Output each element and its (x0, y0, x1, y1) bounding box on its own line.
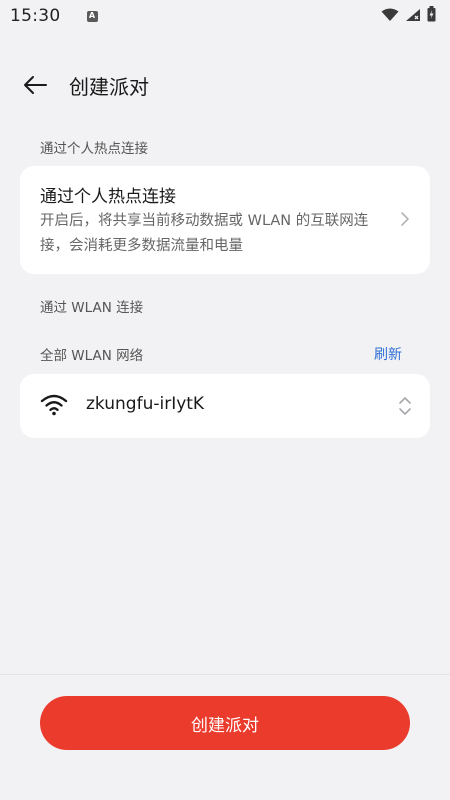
chevron-right-icon (401, 212, 409, 226)
wlan-section-title: 通过 WLAN 连接 (40, 300, 144, 316)
page-title: 创建派对 (69, 74, 149, 99)
back-arrow-icon (24, 76, 47, 94)
wifi-icon (40, 394, 68, 416)
wifi-status-icon (381, 7, 399, 26)
notification-icon: A (86, 10, 98, 22)
hotspot-connect-card[interactable]: 通过个人热点连接 开启后，将共享当前移动数据或 WLAN 的互联网连接，会消耗更… (20, 166, 430, 274)
wifi-network-name: zkungfu-irIytK (86, 394, 205, 414)
status-bar: 15:30 A (0, 0, 450, 32)
up-down-chevron-icon (399, 397, 411, 415)
status-time: 15:30 (10, 6, 61, 26)
refresh-button[interactable]: 刷新 (374, 344, 402, 364)
create-party-button[interactable]: 创建派对 (40, 696, 410, 750)
signal-icon (405, 7, 421, 26)
wifi-network-selector[interactable]: zkungfu-irIytK (20, 374, 430, 438)
hotspot-card-description: 开启后，将共享当前移动数据或 WLAN 的互联网连接，会消耗更多数据流量和电量 (40, 213, 369, 254)
status-icons (381, 6, 436, 26)
battery-icon (427, 6, 436, 26)
bottom-divider (0, 674, 450, 675)
app-header: 创建派对 (0, 62, 450, 108)
wlan-networks-label: 全部 WLAN 网络 (40, 348, 144, 364)
hotspot-card-title: 通过个人热点连接 (40, 187, 176, 207)
hotspot-section-title: 通过个人热点连接 (40, 141, 148, 157)
back-button[interactable] (21, 71, 49, 99)
